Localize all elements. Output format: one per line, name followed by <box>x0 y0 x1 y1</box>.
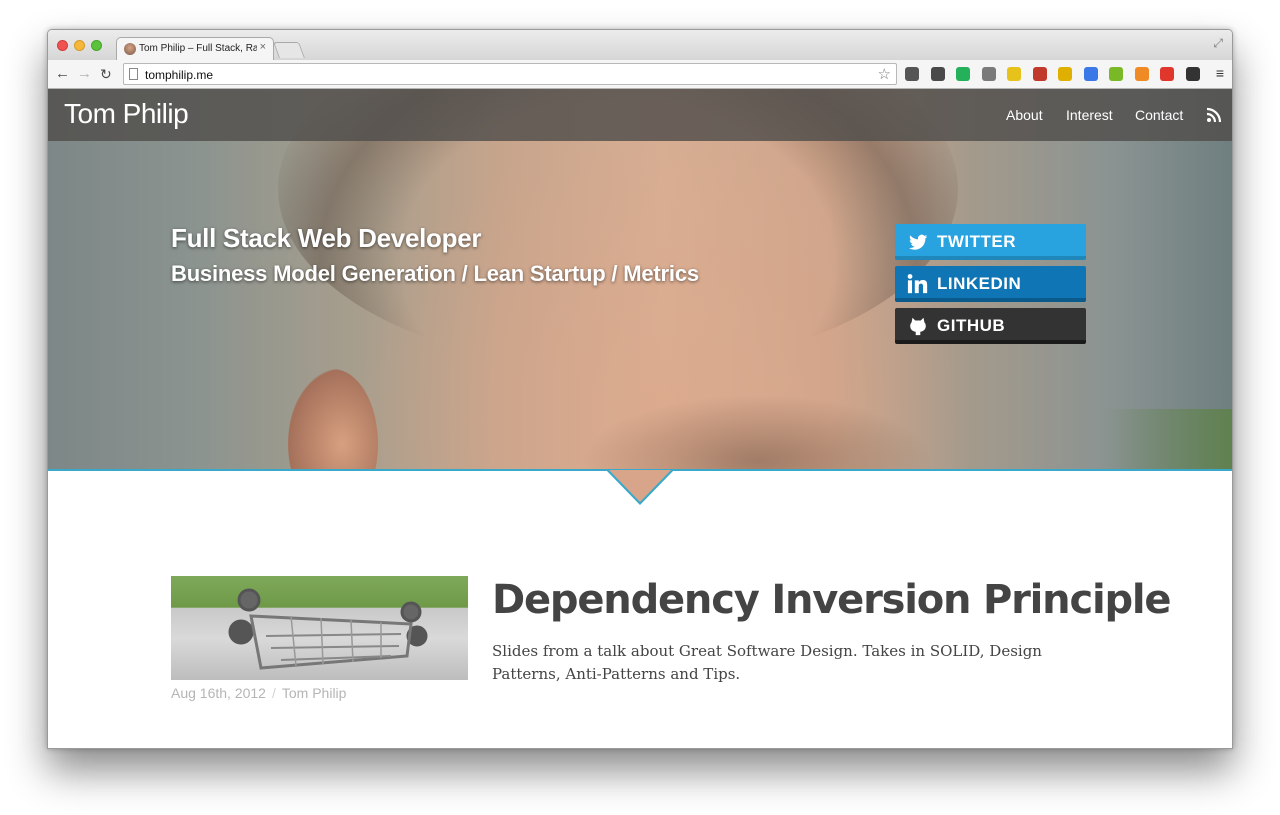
ext-diamond-icon[interactable] <box>1109 67 1123 81</box>
hero-headline: Full Stack Web Developer <box>171 223 482 253</box>
pbush-icon[interactable] <box>1134 67 1149 81</box>
site-brand[interactable]: Tom Philip <box>64 98 189 130</box>
github-button[interactable]: GITHUB <box>895 308 1086 344</box>
url-text[interactable]: tomphilip.me <box>145 68 213 82</box>
ext-phone-icon[interactable] <box>1058 67 1072 81</box>
translate-icon[interactable] <box>1083 67 1098 81</box>
maximize-window-button[interactable] <box>91 40 102 51</box>
minimize-window-button[interactable] <box>74 40 85 51</box>
rss-icon[interactable] <box>1206 107 1222 123</box>
ext-tool-icon[interactable] <box>981 67 996 81</box>
browser-window: Tom Philip – Full Stack, Ra × ⤢ ← → ↻ to… <box>47 29 1233 749</box>
page-viewport: Tom Philip About Interest Contact Full S… <box>48 89 1232 748</box>
nav-link-interest[interactable]: Interest <box>1066 107 1113 123</box>
twitter-button[interactable]: TWITTER <box>895 224 1086 260</box>
tab-close-icon[interactable]: × <box>260 41 266 53</box>
divider-notch-photo <box>609 470 671 502</box>
linkedin-icon <box>907 274 928 294</box>
page-icon <box>129 68 138 80</box>
github-octocat-icon <box>910 317 926 336</box>
tab-title: Tom Philip – Full Stack, Ra <box>139 43 257 54</box>
cast-icon[interactable] <box>1185 67 1200 81</box>
back-button[interactable]: ← <box>55 65 70 83</box>
close-window-button[interactable] <box>57 40 68 51</box>
post-meta: Aug 16th, 2012 / Tom Philip <box>171 685 346 701</box>
browser-toolbar: ← → ↻ tomphilip.me ☆ ≡ <box>48 60 1232 89</box>
meta-separator: / <box>271 685 276 701</box>
nav-link-about[interactable]: About <box>1006 107 1043 123</box>
forward-button[interactable]: → <box>77 65 92 83</box>
bookmark-star-icon[interactable]: ☆ <box>878 65 891 83</box>
hero-banner: Tom Philip About Interest Contact Full S… <box>48 89 1232 470</box>
reload-button[interactable]: ↻ <box>100 65 112 83</box>
twitter-label: TWITTER <box>937 232 1017 251</box>
shopping-cart-image <box>228 588 428 670</box>
new-tab-button[interactable] <box>273 42 305 58</box>
ext-red-icon[interactable] <box>1032 67 1047 81</box>
ext-green-icon[interactable] <box>956 67 970 81</box>
ext-dark-icon[interactable] <box>905 67 919 81</box>
twitter-bird-icon <box>908 234 928 250</box>
title-bar: Tom Philip – Full Stack, Ra × ⤢ <box>48 30 1232 60</box>
github-label: GITHUB <box>937 316 1006 335</box>
linkedin-button[interactable]: LINKEDIN <box>895 266 1086 302</box>
post-author[interactable]: Tom Philip <box>282 685 347 701</box>
post-excerpt: Slides from a talk about Great Software … <box>492 642 1042 683</box>
address-bar[interactable]: tomphilip.me ☆ <box>123 63 897 85</box>
linkedin-label: LINKEDIN <box>937 274 1022 293</box>
menu-icon[interactable]: ≡ <box>1216 65 1224 81</box>
ext-yellow-icon[interactable] <box>1007 67 1021 81</box>
hero-subline: Business Model Generation / Lean Startup… <box>171 261 699 286</box>
browser-tab[interactable]: Tom Philip – Full Stack, Ra × <box>116 37 274 60</box>
fullscreen-icon[interactable]: ⤢ <box>1213 36 1223 51</box>
evernote-icon[interactable] <box>930 67 945 81</box>
nav-link-contact[interactable]: Contact <box>1135 107 1183 123</box>
site-navbar: Tom Philip About Interest Contact <box>48 89 1232 141</box>
adblock-icon[interactable] <box>1160 67 1174 81</box>
post-thumbnail[interactable] <box>171 576 468 680</box>
favicon-icon <box>124 43 136 55</box>
post-title[interactable]: Dependency Inversion Principle <box>492 577 1172 623</box>
hero-photo-grass <box>1102 409 1232 470</box>
post-date: Aug 16th, 2012 <box>171 685 266 701</box>
